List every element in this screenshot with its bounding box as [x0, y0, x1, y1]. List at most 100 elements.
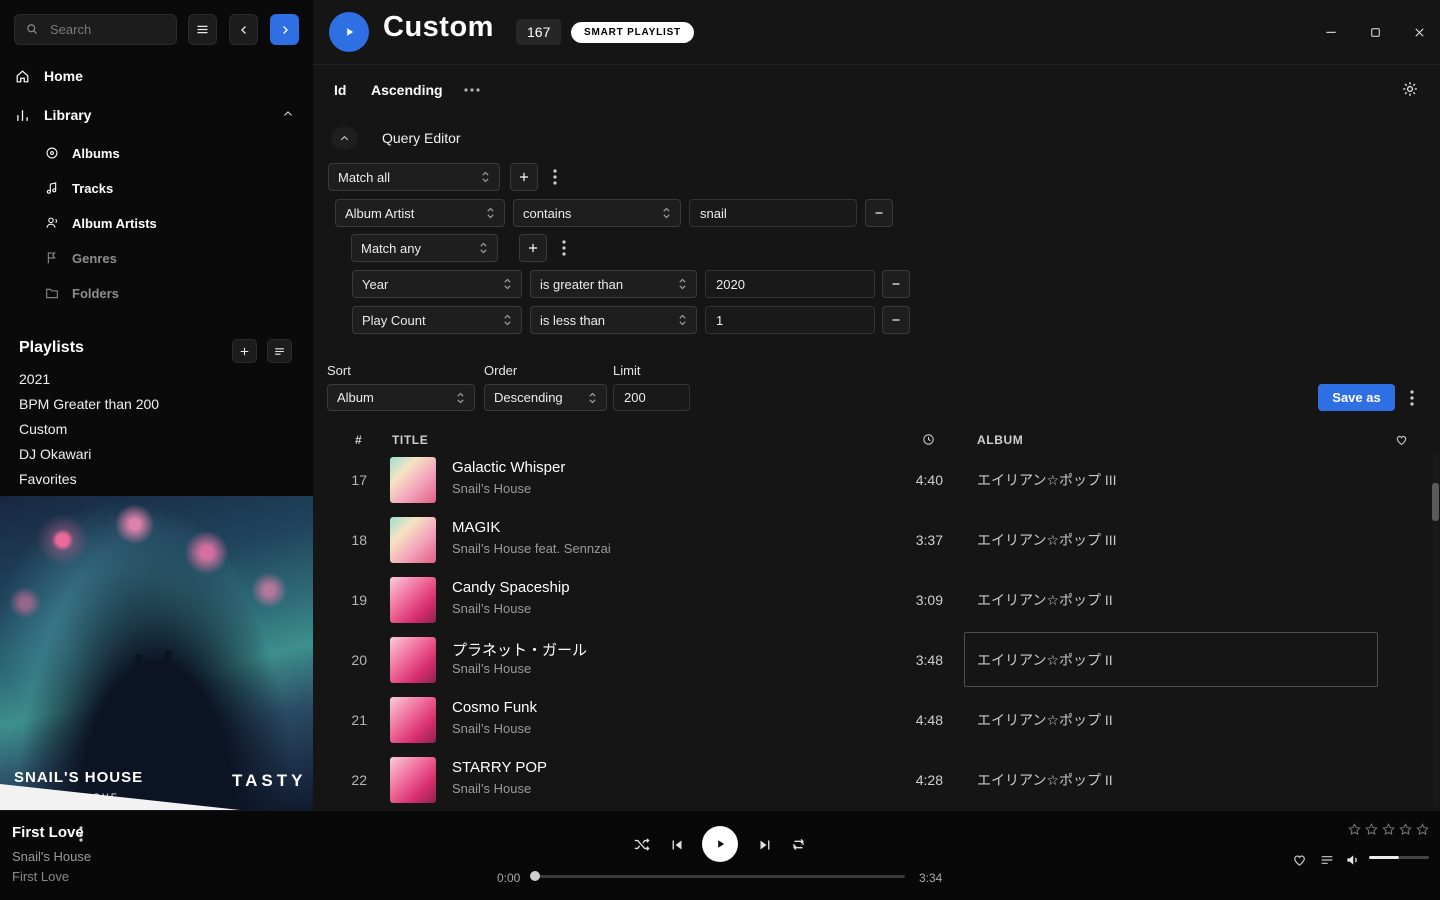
sort-direction-button[interactable]: Ascending	[371, 82, 443, 98]
limit-label: Limit	[613, 363, 640, 378]
track-row[interactable]: 17 Galactic Whisper Snail’s House 4:40 エ…	[313, 450, 1433, 510]
select-arrows-icon	[503, 277, 512, 291]
rule-field-select[interactable]: Year	[352, 270, 522, 298]
sort-field-button[interactable]: Id	[334, 82, 346, 98]
group-match-type-select[interactable]: Match any	[351, 234, 498, 262]
rule-operator-select[interactable]: is less than	[530, 306, 697, 334]
progress-handle[interactable]	[530, 871, 540, 881]
track-duration: 4:40	[851, 450, 943, 510]
query-more-button[interactable]	[1404, 384, 1420, 412]
rule-value-input[interactable]	[705, 306, 875, 334]
rule-group-menu-button[interactable]	[547, 163, 563, 191]
repeat-button[interactable]	[789, 835, 808, 854]
sidebar-item-tracks[interactable]: Tracks	[44, 177, 113, 199]
shuffle-button[interactable]	[632, 835, 651, 854]
select-arrows-icon	[481, 170, 490, 184]
search-input[interactable]	[48, 21, 166, 38]
add-group-rule-button[interactable]	[519, 234, 547, 262]
queue-button[interactable]	[1319, 852, 1335, 868]
previous-button[interactable]	[668, 836, 686, 854]
scrollbar-thumb[interactable]	[1432, 483, 1439, 521]
playlist-item[interactable]: BPM Greater than 200	[19, 396, 159, 412]
rule-value-input[interactable]	[705, 270, 875, 298]
column-header-album: ALBUM	[977, 433, 1023, 447]
order-select[interactable]: Descending	[484, 384, 607, 411]
minimize-button[interactable]	[1318, 21, 1344, 43]
save-as-button[interactable]: Save as	[1318, 384, 1395, 411]
limit-input[interactable]	[613, 384, 690, 411]
progress-bar[interactable]	[535, 875, 905, 878]
track-row[interactable]: 20 プラネット・ガール Snail’s House 3:48 エイリアン☆ポッ…	[313, 630, 1433, 690]
track-row[interactable]: 21 Cosmo Funk Snail’s House 4:48 エイリアン☆ポ…	[313, 690, 1433, 750]
select-arrows-icon	[588, 391, 597, 405]
column-header-title: TITLE	[392, 433, 428, 447]
close-button[interactable]	[1406, 21, 1432, 43]
track-album: エイリアン☆ポップ III	[977, 510, 1117, 570]
star-button[interactable]	[1415, 822, 1430, 837]
track-row[interactable]: 18 MAGIK Snail’s House feat. Sennzai 3:3…	[313, 510, 1433, 570]
star-button[interactable]	[1347, 822, 1362, 837]
track-row[interactable]: 19 Candy Spaceship Snail’s House 3:09 エイ…	[313, 570, 1433, 630]
select-value: is less than	[540, 313, 605, 328]
rule-operator-select[interactable]: is greater than	[530, 270, 697, 298]
album-art-thumbnail	[390, 517, 436, 563]
sidebar-item-album-artists[interactable]: Album Artists	[44, 212, 157, 234]
rule-field-select[interactable]: Album Artist	[335, 199, 505, 227]
remove-rule-button[interactable]	[882, 270, 910, 298]
playlist-item[interactable]: DJ Okawari	[19, 446, 91, 462]
track-artist: Snail’s House feat. Sennzai	[452, 541, 611, 556]
menu-button[interactable]	[188, 14, 217, 45]
track-album: エイリアン☆ポップ II	[977, 750, 1113, 810]
star-button[interactable]	[1381, 822, 1396, 837]
remove-rule-button[interactable]	[865, 199, 893, 227]
track-number: 17	[341, 450, 367, 510]
back-button[interactable]	[229, 14, 258, 45]
play-icon	[712, 836, 728, 852]
sort-select[interactable]: Album	[327, 384, 475, 411]
match-type-select[interactable]: Match all	[328, 163, 500, 191]
next-button[interactable]	[756, 836, 774, 854]
add-rule-button[interactable]	[510, 163, 538, 191]
playlists-title: Playlists	[19, 339, 84, 357]
play-playlist-button[interactable]	[329, 12, 369, 52]
sidebar-item-folders[interactable]: Folders	[44, 282, 119, 304]
playlist-item[interactable]: Custom	[19, 421, 67, 437]
add-playlist-button[interactable]	[232, 339, 257, 363]
player-bar: First Love Snail's House First Love 0:00…	[0, 810, 1440, 900]
track-row[interactable]: 22 STARRY POP Snail’s House 4:28 エイリアン☆ポ…	[313, 750, 1433, 810]
volume-slider-track[interactable]	[1399, 856, 1429, 859]
forward-button[interactable]	[270, 14, 299, 45]
search-box[interactable]	[14, 14, 177, 45]
sidebar-item-library[interactable]: Library	[14, 103, 91, 127]
sidebar-item-home[interactable]: Home	[14, 64, 83, 88]
close-icon	[1412, 25, 1427, 40]
sidebar-item-albums[interactable]: Albums	[44, 142, 120, 164]
star-button[interactable]	[1364, 822, 1379, 837]
playlist-list-button[interactable]	[267, 339, 292, 363]
play-button[interactable]	[702, 826, 738, 862]
rule-value-input[interactable]	[689, 199, 857, 227]
star-rating	[1347, 822, 1430, 837]
rule-field-select[interactable]: Play Count	[352, 306, 522, 334]
query-editor-title: Query Editor	[382, 130, 461, 146]
collapse-library-button[interactable]	[281, 107, 295, 121]
sidebar-item-genres[interactable]: Genres	[44, 247, 117, 269]
settings-button[interactable]	[1401, 80, 1419, 98]
playlist-item[interactable]: Favorites	[19, 471, 77, 487]
playlist-item[interactable]: 2021	[19, 371, 50, 387]
maximize-button[interactable]	[1362, 21, 1388, 43]
star-button[interactable]	[1398, 822, 1413, 837]
now-playing-menu-button[interactable]	[79, 826, 83, 842]
track-count-badge: 167	[516, 19, 561, 45]
query-editor-collapse-button[interactable]	[331, 127, 358, 149]
volume-button[interactable]	[1344, 851, 1362, 869]
rule-operator-select[interactable]: contains	[513, 199, 681, 227]
smart-playlist-badge: SMART PLAYLIST	[571, 22, 694, 43]
track-title: Cosmo Funk	[452, 699, 537, 716]
volume-slider-filled[interactable]	[1369, 856, 1399, 859]
remove-rule-button[interactable]	[882, 306, 910, 334]
group-menu-button[interactable]	[556, 234, 572, 262]
favorite-button[interactable]	[1291, 851, 1308, 868]
select-value: Play Count	[362, 313, 426, 328]
sort-more-button[interactable]	[463, 87, 481, 93]
